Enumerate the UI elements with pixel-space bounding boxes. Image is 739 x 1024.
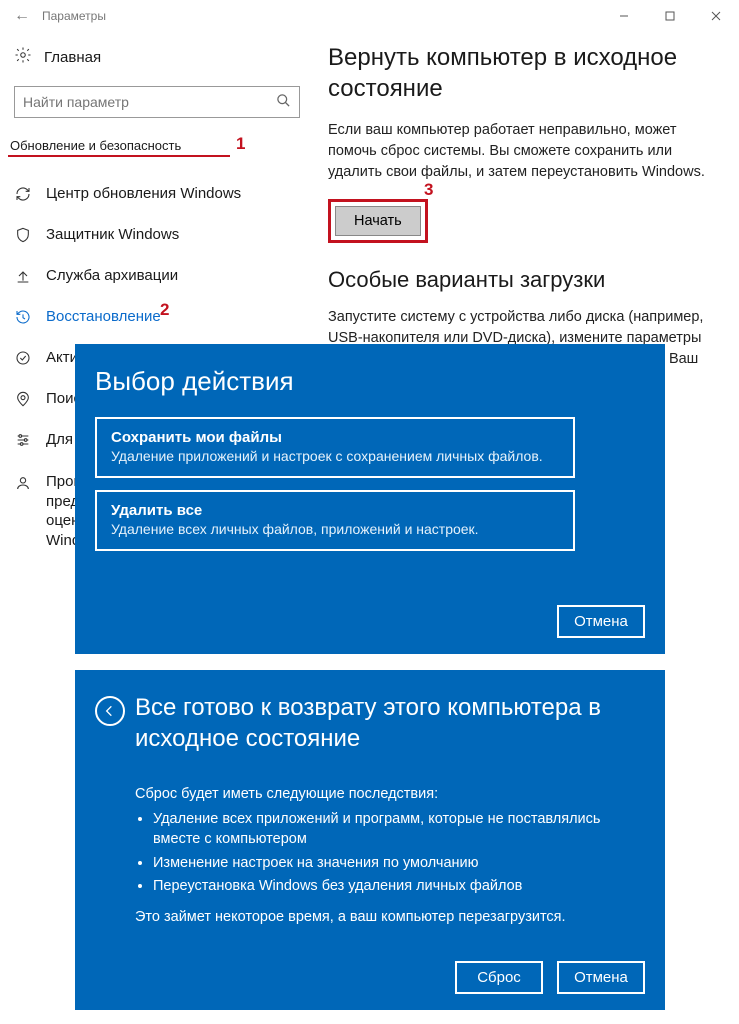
option-title: Сохранить мои файлы bbox=[111, 429, 559, 446]
sidebar-item-label: Защитник Windows bbox=[46, 226, 179, 243]
start-reset-button[interactable]: Начать bbox=[335, 206, 421, 236]
window-title: Параметры bbox=[42, 9, 106, 23]
back-icon[interactable]: ← bbox=[8, 7, 36, 25]
ready-note: Это займет некоторое время, а ваш компью… bbox=[135, 909, 645, 925]
cancel-button[interactable]: Отмена bbox=[557, 961, 645, 994]
list-item: Переустановка Windows без удаления личны… bbox=[153, 877, 645, 897]
check-circle-icon bbox=[14, 350, 32, 366]
annotation-1: 1 bbox=[236, 134, 245, 154]
option-keep-files[interactable]: Сохранить мои файлы Удаление приложений … bbox=[95, 417, 575, 478]
sidebar-item-label: Центр обновления Windows bbox=[46, 185, 241, 202]
settings-category: Обновление и безопасность bbox=[8, 136, 230, 157]
maximize-button[interactable] bbox=[647, 0, 693, 32]
person-icon bbox=[14, 475, 32, 491]
consequences-list: Удаление всех приложений и программ, кот… bbox=[135, 810, 645, 896]
dialog-title: Все готово к возврату этого компьютера в… bbox=[135, 692, 645, 754]
advanced-startup-heading: Особые варианты загрузки bbox=[328, 267, 719, 293]
annotation-highlight-3: Начать bbox=[328, 199, 428, 243]
back-circle-icon[interactable] bbox=[95, 696, 125, 726]
choose-action-dialog: Выбор действия Сохранить мои файлы Удале… bbox=[75, 344, 665, 654]
list-item: Удаление всех приложений и программ, кот… bbox=[153, 810, 645, 849]
sidebar-item-label: Восстановление bbox=[46, 308, 161, 325]
list-item: Изменение настроек на значения по умолча… bbox=[153, 854, 645, 874]
close-button[interactable] bbox=[693, 0, 739, 32]
option-desc: Удаление всех личных файлов, приложений … bbox=[111, 521, 559, 537]
sidebar-item-windows-update[interactable]: Центр обновления Windows bbox=[8, 173, 308, 214]
minimize-button[interactable] bbox=[601, 0, 647, 32]
option-title: Удалить все bbox=[111, 502, 559, 519]
reset-heading: Вернуть компьютер в исходное состояние bbox=[328, 42, 719, 104]
sidebar-item-label: Служба архивации bbox=[46, 267, 178, 284]
sync-icon bbox=[14, 186, 32, 202]
annotation-2: 2 bbox=[160, 300, 169, 320]
history-icon bbox=[14, 309, 32, 325]
search-box[interactable] bbox=[14, 86, 300, 118]
search-icon bbox=[276, 93, 291, 111]
annotation-3: 3 bbox=[424, 180, 433, 200]
cancel-button[interactable]: Отмена bbox=[557, 605, 645, 638]
reset-description: Если ваш компьютер работает неправильно,… bbox=[328, 120, 719, 183]
location-icon bbox=[14, 391, 32, 407]
shield-icon bbox=[14, 227, 32, 243]
ready-to-reset-dialog: Все готово к возврату этого компьютера в… bbox=[75, 670, 665, 1010]
reset-button[interactable]: Сброс bbox=[455, 961, 543, 994]
sidebar-item-backup[interactable]: Служба архивации bbox=[8, 255, 308, 296]
upload-icon bbox=[14, 268, 32, 284]
titlebar: ← Параметры bbox=[0, 0, 739, 32]
home-link[interactable]: Главная bbox=[8, 40, 308, 82]
option-remove-all[interactable]: Удалить все Удаление всех личных файлов,… bbox=[95, 490, 575, 551]
option-desc: Удаление приложений и настроек с сохране… bbox=[111, 448, 559, 464]
home-label: Главная bbox=[44, 49, 101, 66]
gear-icon bbox=[14, 46, 32, 68]
ready-intro: Сброс будет иметь следующие последствия: bbox=[135, 786, 645, 802]
sliders-icon bbox=[14, 432, 32, 448]
search-input[interactable] bbox=[23, 94, 276, 110]
dialog-title: Выбор действия bbox=[95, 366, 645, 397]
sidebar-item-recovery[interactable]: Восстановление bbox=[8, 296, 308, 337]
sidebar-item-defender[interactable]: Защитник Windows bbox=[8, 214, 308, 255]
